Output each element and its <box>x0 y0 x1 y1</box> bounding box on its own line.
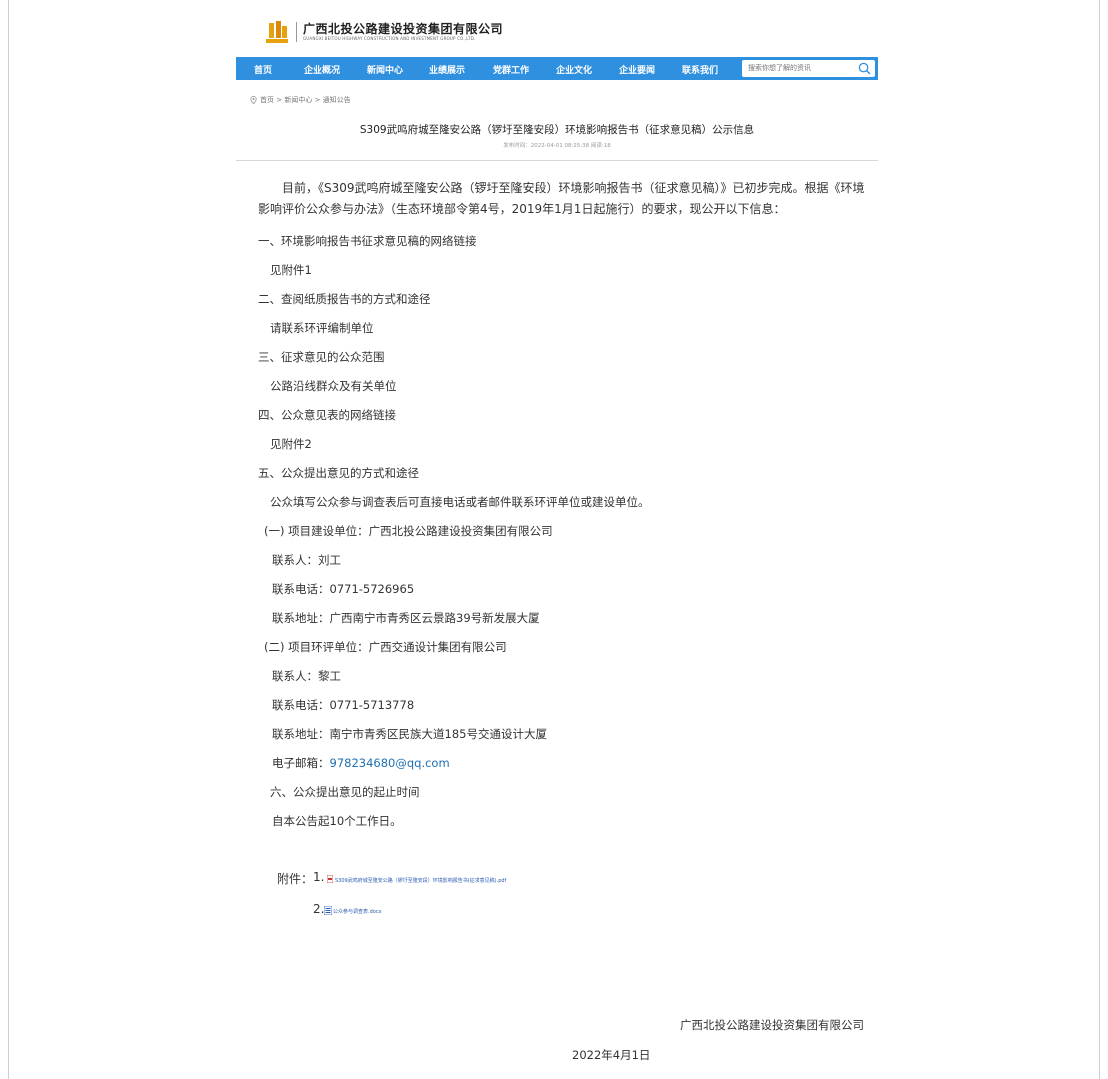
attachment-1-link[interactable]: S309武鸣府城至隆安公路（锣圩至隆安段）环境影响报告书(征求意见稿).pdf <box>335 877 506 884</box>
eia-address: 联系地址：南宁市青秀区民族大道185号交通设计大厦 <box>272 727 547 741</box>
section-2-detail: 请联系环评编制单位 <box>270 321 374 335</box>
title-divider <box>236 160 878 161</box>
nav-item-achievements[interactable]: 业绩展示 <box>429 63 465 76</box>
attachment-1-number: 1. <box>313 870 325 884</box>
search-box <box>742 60 875 77</box>
email-line: 电子邮箱：978234680@qq.com <box>272 755 450 771</box>
logo-divider <box>296 22 297 42</box>
construction-unit: (一) 项目建设单位：广西北投公路建设投资集团有限公司 <box>264 524 553 538</box>
attachment-2-link[interactable]: 公众参与调查表.docx <box>333 908 382 915</box>
site-logo[interactable]: 广西北投公路建设投资集团有限公司 GUANGXI BEITOU HIGHWAY … <box>266 18 503 46</box>
section-1-heading: 一、环境影响报告书征求意见稿的网络链接 <box>258 234 477 248</box>
attachment-2-number: 2. <box>313 902 325 916</box>
search-input[interactable] <box>742 61 848 76</box>
nav-item-corporate-culture[interactable]: 企业文化 <box>556 63 592 76</box>
section-6-detail: 自本公告起10个工作日。 <box>272 814 402 828</box>
logo-mark-icon <box>266 21 288 43</box>
article-intro: 目前，《S309武鸣府城至隆安公路（锣圩至隆安段）环境影响报告书（征求意见稿）》… <box>258 181 865 216</box>
article-meta: 发布时间：2022-04-01 08:25:38 阅读:18 <box>503 143 611 149</box>
nav-item-company-overview[interactable]: 企业概况 <box>304 63 340 76</box>
section-2-heading: 二、查阅纸质报告书的方式和途径 <box>258 292 431 306</box>
logo-company-name: 广西北投公路建设投资集团有限公司 <box>303 22 504 36</box>
eia-unit: (二) 项目环评单位：广西交通设计集团有限公司 <box>264 640 507 654</box>
breadcrumb-text[interactable]: 首页 > 新闻中心 > 通知公告 <box>260 95 351 105</box>
section-1-detail: 见附件1 <box>270 263 312 277</box>
page-frame <box>8 0 1100 1079</box>
section-6-heading: 六、公众提出意见的起止时间 <box>270 785 420 799</box>
eia-phone: 联系电话：0771-5713778 <box>272 698 415 712</box>
construction-phone: 联系电话：0771-5726965 <box>272 582 415 596</box>
construction-address: 联系地址：广西南宁市青秀区云景路39号新发展大厦 <box>272 611 540 625</box>
section-4-heading: 四、公众意见表的网络链接 <box>258 408 396 422</box>
main-navbar: 首页 企业概况 新闻中心 业绩展示 党群工作 企业文化 企业要闻 联系我们 <box>236 57 878 80</box>
signature-organization: 广西北投公路建设投资集团有限公司 <box>680 1018 864 1032</box>
breadcrumb: 首页 > 新闻中心 > 通知公告 <box>250 95 351 105</box>
construction-contact: 联系人：刘工 <box>272 553 341 567</box>
email-label: 电子邮箱： <box>272 756 330 770</box>
article-title: S309武鸣府城至隆安公路（锣圩至隆安段）环境影响报告书（征求意见稿）公示信息 <box>359 124 755 136</box>
pdf-icon <box>327 875 333 883</box>
section-4-detail: 见附件2 <box>270 437 312 451</box>
nav-item-home[interactable]: 首页 <box>254 63 272 76</box>
logo-company-name-en: GUANGXI BEITOU HIGHWAY CONSTRUCTION AND … <box>303 36 476 41</box>
attachments-label: 附件： <box>277 872 314 886</box>
doc-icon <box>324 906 332 915</box>
section-3-heading: 三、征求意见的公众范围 <box>258 350 385 364</box>
nav-item-contact-us[interactable]: 联系我们 <box>682 63 718 76</box>
section-5-heading: 五、公众提出意见的方式和途径 <box>258 466 419 480</box>
location-pin-icon <box>250 96 257 104</box>
signature-date: 2022年4月1日 <box>572 1048 651 1062</box>
nav-item-corporate-news[interactable]: 企业要闻 <box>619 63 655 76</box>
section-3-detail: 公路沿线群众及有关单位 <box>270 379 397 393</box>
eia-contact: 联系人：黎工 <box>272 669 341 683</box>
section-5-detail: 公众填写公众参与调查表后可直接电话或者邮件联系环评单位或建设单位。 <box>270 495 650 509</box>
email-link[interactable]: 978234680@qq.com <box>330 756 450 770</box>
nav-item-news-center[interactable]: 新闻中心 <box>367 63 403 76</box>
nav-item-party-work[interactable]: 党群工作 <box>493 63 529 76</box>
search-icon[interactable] <box>858 62 871 75</box>
